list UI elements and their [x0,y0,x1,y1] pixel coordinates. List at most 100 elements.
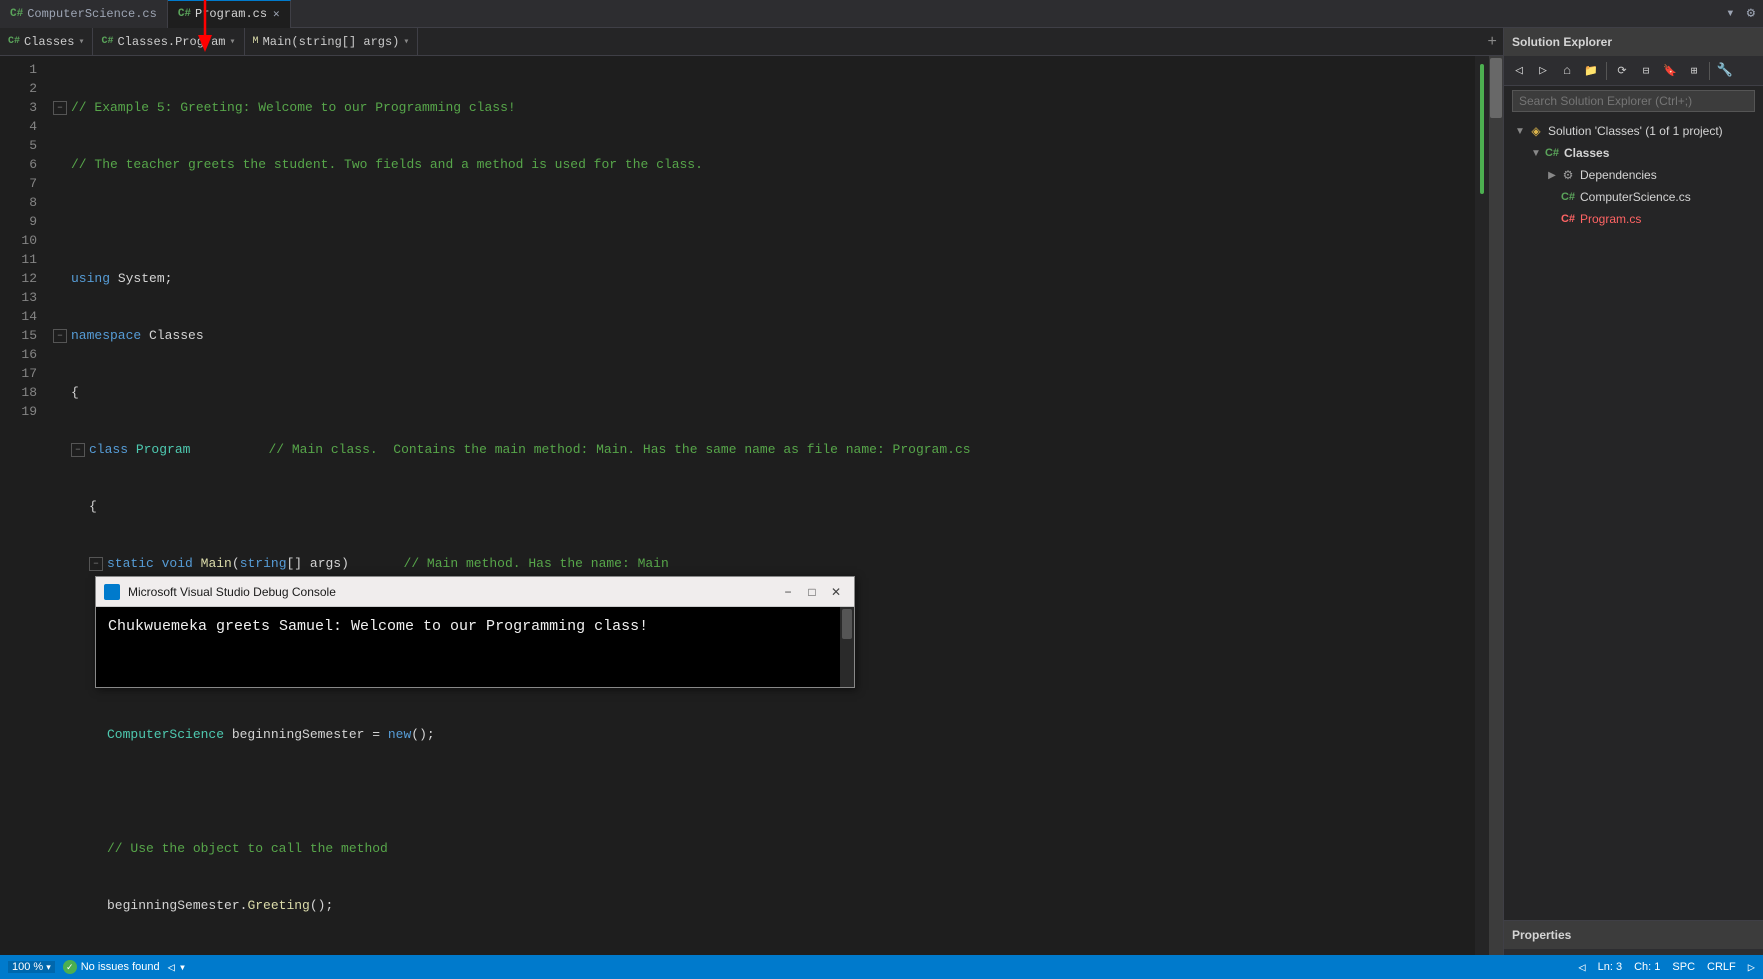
debug-console-minimize[interactable]: − [778,582,798,602]
tab-computerscience-label: ComputerScience.cs [27,7,157,21]
code-line-1: − // Example 5: Greeting: Welcome to our… [53,98,1467,117]
status-right: ◁ Ln: 3 Ch: 1 SPC CRLF ▷ [1578,960,1755,975]
status-no-issues-text: No issues found [81,961,160,973]
toolbar-btn-home[interactable]: ⌂ [1556,60,1578,82]
collapse-7[interactable]: − [71,443,85,457]
solution-search-input[interactable] [1512,90,1755,112]
main-container: C# Classes ▾ C# Classes.Program ▾ M Main… [0,28,1763,979]
tab-dropdown-icon[interactable]: ▾ [1722,3,1738,24]
breadcrumb-program[interactable]: C# Classes.Program ▾ [93,28,244,56]
minimap-green-bar [1480,64,1484,194]
status-zoom[interactable]: 100 % ▾ [8,961,55,973]
dependencies-label: Dependencies [1580,168,1657,182]
program-file-label: Program.cs [1580,212,1641,226]
code-line-9: − static void Main ( string [] args) // … [53,554,1467,573]
code-line-6: { [53,383,1467,402]
tab-program-close[interactable]: ✕ [273,7,280,21]
debug-console-window: Microsoft Visual Studio Debug Console − … [95,576,855,688]
debug-console-app-icon [104,584,120,600]
computerscience-cs-icon: C# [1560,189,1576,205]
solution-explorer-header: Solution Explorer [1504,28,1763,56]
editor-minimap[interactable] [1475,56,1489,979]
code-line-3 [53,212,1467,231]
editor-area: C# Classes ▾ C# Classes.Program ▾ M Main… [0,28,1503,979]
code-line-5: − namespace Classes [53,326,1467,345]
debug-console-close[interactable]: ✕ [826,582,846,602]
toolbar-sep-1 [1606,62,1607,80]
status-crlf[interactable]: CRLF [1707,961,1736,973]
breadcrumb-classes-label: Classes [24,35,74,49]
code-content[interactable]: − // Example 5: Greeting: Welcome to our… [45,56,1475,979]
tree-item-computerscience-file[interactable]: ▶ C# ComputerScience.cs [1504,186,1763,208]
toolbar-btn-filter[interactable]: ⊞ [1683,60,1705,82]
toolbar-btn-forward[interactable]: ▷ [1532,60,1554,82]
solution-label: Solution 'Classes' (1 of 1 project) [1548,124,1723,138]
zoom-dropdown-icon[interactable]: ▾ [46,962,51,973]
breadcrumb-add-btn[interactable]: + [1481,28,1503,56]
line-numbers: 1 2 3 4 5 6 7 8 9 10 11 12 13 14 15 16 1… [0,56,45,979]
tab-program-cs-icon: C# [178,8,191,20]
debug-console-window-buttons: − □ ✕ [778,582,846,602]
breadcrumb-main-label: Main(string[] args) [263,35,400,49]
breadcrumb-main-icon: M [253,36,259,47]
toolbar-btn-collapse[interactable]: ⊟ [1635,60,1657,82]
toolbar-btn-sync[interactable]: 📁 [1580,60,1602,82]
tree-item-solution[interactable]: ▼ ◈ Solution 'Classes' (1 of 1 project) [1504,120,1763,142]
status-nav-dropdown[interactable]: ▾ [179,960,186,975]
program-cs-icon: C# [1560,211,1576,227]
toolbar-btn-wrench[interactable]: 🔧 [1714,60,1736,82]
code-line-14: // Use the object to call the method [53,839,1467,858]
breadcrumb-arrow-3: ▾ [403,36,409,48]
tree-item-program-file[interactable]: ▶ C# Program.cs [1504,208,1763,230]
tree-item-dependencies[interactable]: ▶ ⚙ Dependencies [1504,164,1763,186]
toolbar-sep-2 [1709,62,1710,80]
code-line-15: beginningSemester. Greeting (); [53,896,1467,915]
editor-scrollbar[interactable] [1489,56,1503,979]
collapse-5[interactable]: − [53,329,67,343]
tree-item-classes-project[interactable]: ▼ C# Classes [1504,142,1763,164]
code-line-12: ComputerScience beginningSemester = new … [53,725,1467,744]
status-left: 100 % ▾ ✓ No issues found ◁ ▾ [8,960,186,975]
breadcrumb-classes-icon: C# [8,36,20,47]
red-arrow-indicator [195,0,215,60]
tab-computerscience[interactable]: C# ComputerScience.cs [0,0,168,28]
tab-bar-actions: ▾ ⚙ [1722,3,1763,24]
debug-console-maximize[interactable]: □ [802,582,822,602]
classes-toggle[interactable]: ▼ [1528,145,1544,161]
status-scroll-right[interactable]: ▷ [1748,960,1755,975]
solution-search-area [1504,86,1763,116]
breadcrumb-main[interactable]: M Main(string[] args) ▾ [245,28,419,56]
solution-icon: ◈ [1528,123,1544,139]
status-nav-left[interactable]: ◁ [168,960,175,975]
debug-console-scrollbar[interactable] [840,607,854,687]
debug-output-text: Chukwuemeka greets Samuel: Welcome to ou… [108,618,648,635]
toolbar-btn-back[interactable]: ◁ [1508,60,1530,82]
collapse-1[interactable]: − [53,101,67,115]
status-ln: Ln: 3 [1598,961,1622,973]
breadcrumb-arrow-2: ▾ [230,36,236,48]
properties-header: Properties [1504,921,1763,949]
solution-tree-view: ▼ ◈ Solution 'Classes' (1 of 1 project) … [1504,116,1763,920]
dependencies-toggle[interactable]: ▶ [1544,167,1560,183]
classes-project-icon: C# [1544,145,1560,161]
computerscience-file-label: ComputerScience.cs [1580,190,1691,204]
solution-explorer-panel: Solution Explorer ◁ ▷ ⌂ 📁 ⟳ ⊟ 🔖 ⊞ 🔧 ▼ ◈ … [1503,28,1763,979]
status-no-issues[interactable]: ✓ No issues found [63,960,160,974]
collapse-9[interactable]: − [89,557,103,571]
toolbar-btn-props[interactable]: 🔖 [1659,60,1681,82]
classes-project-label: Classes [1564,146,1609,160]
code-editor[interactable]: 1 2 3 4 5 6 7 8 9 10 11 12 13 14 15 16 1… [0,56,1503,979]
code-line-4: using System; [53,269,1467,288]
solution-toggle[interactable]: ▼ [1512,123,1528,139]
status-scroll-left[interactable]: ◁ [1578,960,1585,975]
toolbar-btn-settings1[interactable]: ⟳ [1611,60,1633,82]
code-line-13 [53,782,1467,801]
debug-console-title-text: Microsoft Visual Studio Debug Console [128,585,778,599]
code-line-7: − class Program // Main class. Contains … [53,440,1467,459]
tab-program[interactable]: C# Program.cs ✕ [168,0,291,28]
tab-settings-icon[interactable]: ⚙ [1743,3,1759,24]
status-ch: Ch: 1 [1634,961,1660,973]
breadcrumb-classes[interactable]: C# Classes ▾ [0,28,93,56]
solution-explorer-toolbar: ◁ ▷ ⌂ 📁 ⟳ ⊟ 🔖 ⊞ 🔧 [1504,56,1763,86]
breadcrumb-bar: C# Classes ▾ C# Classes.Program ▾ M Main… [0,28,1503,56]
